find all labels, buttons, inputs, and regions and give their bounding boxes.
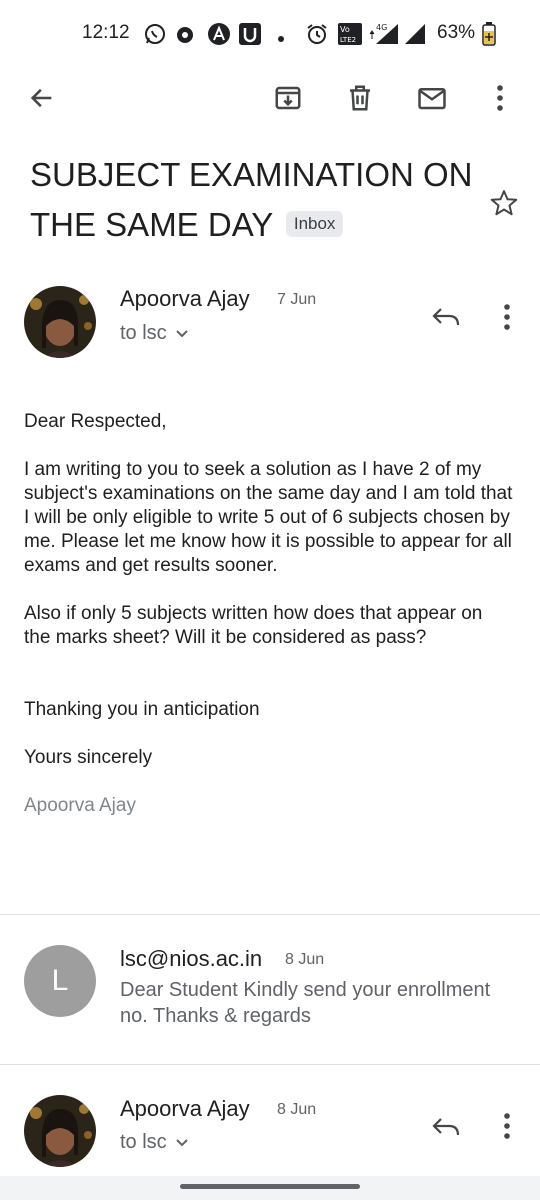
battery-percent: 63% [437, 22, 476, 43]
sender-name[interactable]: Apoorva Ajay [120, 286, 250, 312]
status-bar: 12:12 Vo LTE2 4G 63% [0, 0, 540, 70]
subject-text: SUBJECT EXAMINATION ON THE SAME DAY [30, 156, 473, 243]
sender-avatar[interactable] [24, 286, 96, 358]
message-date: 7 Jun [277, 291, 317, 308]
star-button[interactable] [484, 185, 524, 221]
reply-icon [432, 308, 460, 326]
sender-avatar-letter[interactable]: L [24, 945, 96, 1017]
whatsapp-icon [143, 22, 167, 51]
signal2-icon [403, 22, 427, 51]
u-icon [238, 22, 262, 51]
body-greeting: Dear Respected, [24, 411, 167, 432]
status-time: 12:12 [82, 22, 130, 43]
divider [0, 1064, 540, 1065]
a-icon [207, 22, 231, 51]
archive-icon [275, 86, 301, 110]
svg-text:4G: 4G [376, 23, 387, 32]
email-subject: SUBJECT EXAMINATION ON THE SAME DAY Inbo… [30, 150, 480, 250]
star-icon [490, 190, 518, 216]
back-arrow-icon [30, 88, 52, 108]
more-vert-icon [497, 85, 503, 111]
svg-text:LTE2: LTE2 [340, 36, 356, 44]
reply-icon [432, 1118, 460, 1136]
body-paragraph: I am writing to you to seek a solution a… [24, 459, 513, 576]
app-icon [176, 26, 194, 49]
message-more-button[interactable] [492, 1111, 522, 1141]
recipients-toggle[interactable]: to lsc [120, 1131, 189, 1154]
reply-button[interactable] [426, 300, 466, 334]
svg-text:Vo: Vo [340, 25, 350, 34]
more-vert-icon [504, 1113, 510, 1139]
battery-icon [482, 22, 496, 51]
chevron-down-icon [175, 329, 188, 337]
body-signoff: Yours sincerely [24, 747, 153, 768]
body-signature: Apoorva Ajay [24, 795, 136, 816]
sender-avatar[interactable] [24, 1095, 96, 1167]
volte-icon: Vo LTE2 [337, 22, 363, 51]
mark-unread-icon [418, 88, 446, 110]
message-more-button[interactable] [492, 302, 522, 332]
message-date: 8 Jun [277, 1101, 317, 1118]
alarm-icon [305, 22, 329, 51]
4g-icon: 4G [368, 22, 400, 51]
sender-name[interactable]: lsc@nios.ac.in [120, 946, 262, 972]
delete-icon [350, 85, 370, 111]
back-button[interactable] [22, 78, 62, 118]
body-closing: Thanking you in anticipation [24, 699, 260, 720]
body-paragraph: Also if only 5 subjects written how does… [24, 603, 483, 648]
message-date: 8 Jun [285, 951, 325, 968]
archive-button[interactable] [268, 78, 308, 118]
sender-name[interactable]: Apoorva Ajay [120, 1096, 250, 1122]
inbox-label-chip[interactable]: Inbox [285, 211, 344, 238]
message-snippet: Dear Student Kindly send your enrollment… [120, 979, 491, 1027]
recipient-text: to lsc [120, 322, 167, 344]
reply-button[interactable] [426, 1110, 466, 1144]
chevron-down-icon [175, 1138, 188, 1146]
message-body: Dear Respected, I am writing to you to s… [24, 410, 514, 842]
recipients-toggle[interactable]: to lsc [120, 322, 189, 345]
recipient-text: to lsc [120, 1131, 167, 1153]
gesture-handle[interactable] [180, 1184, 360, 1189]
dot-icon [277, 30, 285, 48]
more-options-button[interactable] [482, 78, 518, 118]
more-vert-icon [504, 304, 510, 330]
delete-button[interactable] [340, 78, 380, 118]
mark-unread-button[interactable] [411, 78, 453, 118]
